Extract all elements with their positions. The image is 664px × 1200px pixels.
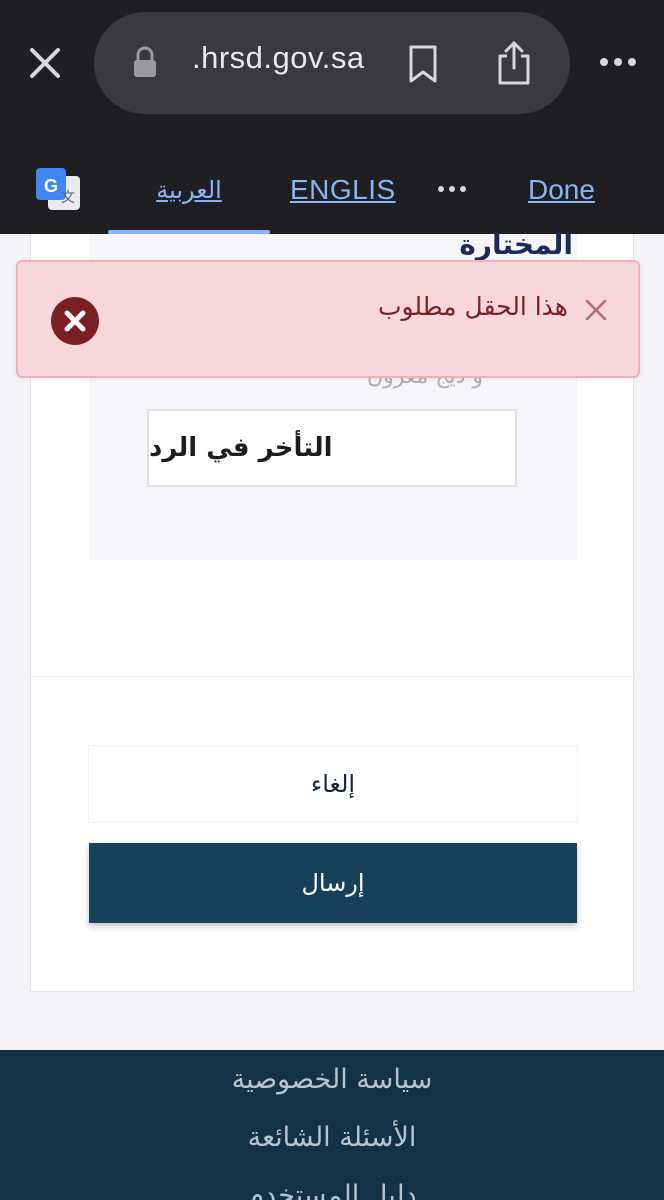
google-translate-icon: G 文 — [36, 168, 80, 210]
section-title: المختارة — [459, 228, 573, 261]
submit-button[interactable]: إرسال — [89, 843, 577, 923]
share-icon[interactable] — [494, 40, 534, 86]
translate-bar: G 文 العربية ENGLIS Done — [0, 146, 664, 234]
done-button[interactable]: Done — [528, 174, 595, 206]
lock-icon — [134, 46, 156, 77]
svg-text:G: G — [44, 176, 58, 196]
divider — [31, 676, 635, 677]
site-footer: سياسة الخصوصية الأسئلة الشائعة دليل المس… — [0, 1050, 664, 1200]
browser-toolbar: .hrsd.gov.sa — [0, 0, 664, 146]
tab-english[interactable]: ENGLIS — [290, 174, 396, 206]
footer-link-faq[interactable]: الأسئلة الشائعة — [0, 1122, 664, 1153]
bookmark-icon[interactable] — [406, 44, 440, 84]
more-icon[interactable] — [598, 52, 638, 72]
toast-message: هذا الحقل مطلوب — [377, 292, 568, 321]
close-icon[interactable] — [26, 44, 64, 82]
error-toast: هذا الحقل مطلوب — [16, 260, 640, 378]
error-icon — [51, 297, 99, 345]
tab-arabic[interactable]: العربية — [108, 146, 270, 234]
svg-text:文: 文 — [61, 190, 75, 206]
url-text[interactable]: .hrsd.gov.sa — [192, 40, 365, 76]
cancel-button[interactable]: إلغاء — [89, 746, 577, 822]
close-icon[interactable] — [584, 298, 608, 322]
footer-link-privacy[interactable]: سياسة الخصوصية — [0, 1064, 664, 1095]
footer-link-user-guide[interactable]: دليل المستخدم — [0, 1180, 664, 1200]
selected-option[interactable]: التأخر في الرد — [147, 409, 517, 487]
more-icon[interactable] — [436, 182, 468, 196]
